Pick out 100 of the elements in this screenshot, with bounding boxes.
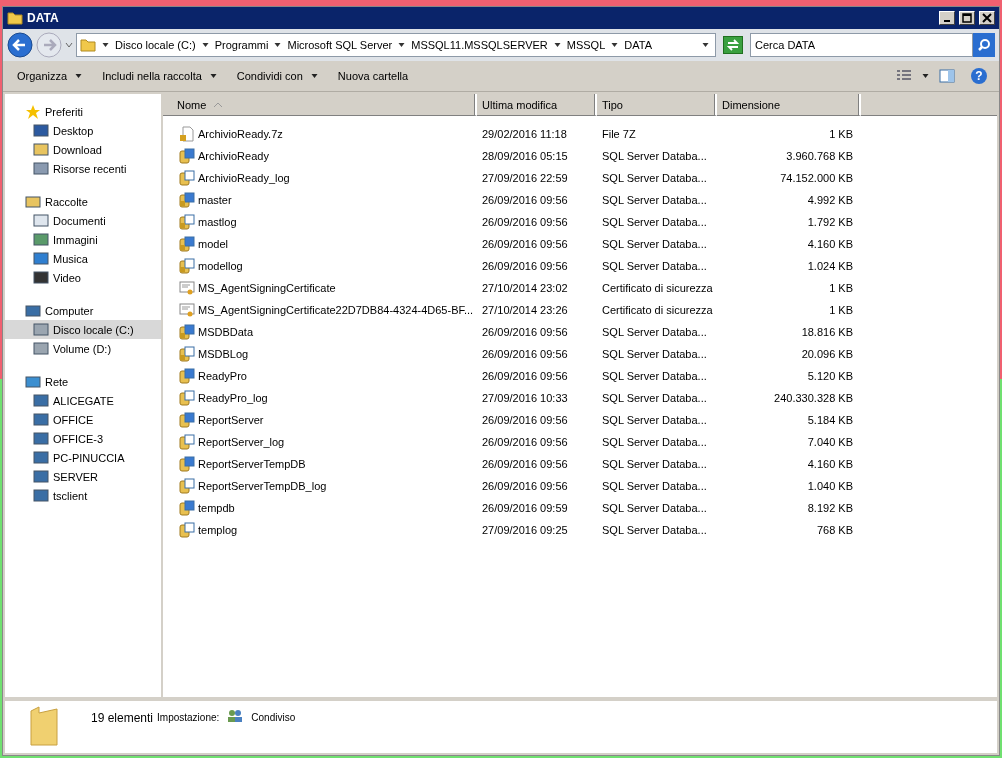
nav-item[interactable]: OFFICE <box>5 410 161 429</box>
file-name[interactable]: MS_AgentSigningCertificate22D7DB84-4324-4D65-BF... <box>198 304 474 316</box>
toolbar-button[interactable]: Condividi con <box>228 66 326 86</box>
modified-date: 26/09/2016 09:56 <box>481 348 569 360</box>
file-name[interactable]: model <box>198 238 228 250</box>
nav-item[interactable]: Documenti <box>5 211 161 230</box>
setting-value: Condiviso <box>251 712 296 723</box>
file-name[interactable]: ReportServerTempDB_log <box>198 480 327 492</box>
nav-item[interactable]: tsclient <box>5 486 161 505</box>
file-type: SQL Server Databa... <box>601 238 708 250</box>
dropdown-icon[interactable] <box>922 73 929 79</box>
window-title: DATA <box>27 11 59 25</box>
file-size: 1.040 KB <box>806 480 854 492</box>
nav-group[interactable]: Computer <box>5 301 161 320</box>
file-name[interactable]: ReportServer <box>198 414 264 426</box>
file-name[interactable]: ReportServerTempDB <box>198 458 306 470</box>
breadcrumb-item[interactable]: MSSQL11.MSSQLSERVER <box>411 39 548 51</box>
locked-database-icon <box>179 236 195 252</box>
nav-group[interactable]: Raccolte <box>5 192 161 211</box>
chevron-icon[interactable] <box>398 42 406 48</box>
locked-database-icon <box>179 324 195 340</box>
breadcrumb-item[interactable]: Microsoft SQL Server <box>287 39 393 51</box>
chevron-icon[interactable] <box>201 42 209 48</box>
nav-item[interactable]: Musica <box>5 249 161 268</box>
modified-date: 26/09/2016 09:56 <box>481 370 569 382</box>
file-name[interactable]: ArchivioReady <box>198 150 269 162</box>
breadcrumb-item[interactable]: DATA <box>624 39 652 51</box>
chevron-icon[interactable] <box>553 42 561 48</box>
nav-item[interactable]: Volume (D:) <box>5 339 161 358</box>
chevron-icon[interactable] <box>274 42 282 48</box>
maximize-button[interactable] <box>959 11 975 25</box>
refresh-button[interactable] <box>723 36 743 54</box>
dropdown-icon[interactable] <box>702 42 709 48</box>
nav-item[interactable]: Desktop <box>5 121 161 140</box>
file-name[interactable]: modellog <box>198 260 243 272</box>
file-name[interactable]: ArchivioReady_log <box>198 172 290 184</box>
nav-item[interactable]: PC-PINUCCIA <box>5 448 161 467</box>
search-field[interactable]: Cerca DATA <box>750 33 973 57</box>
address-bar[interactable]: Disco locale (C:) Programmi Microsoft SQL Server MSSQL11.MSSQLSERVER MSSQL DATA <box>76 33 716 57</box>
nav-group[interactable]: Rete <box>5 372 161 391</box>
toolbar-button[interactable]: Nuova cartella <box>329 66 417 86</box>
modified-date: 27/09/2016 22:59 <box>481 172 569 184</box>
help-button[interactable]: ? <box>971 68 987 84</box>
nav-item[interactable]: Download <box>5 140 161 159</box>
nav-group[interactable]: Preferiti <box>5 102 161 121</box>
file-type: SQL Server Databa... <box>601 458 708 470</box>
dropdown-icon <box>310 73 318 79</box>
file-size: 1 KB <box>828 304 854 316</box>
modified-date: 27/09/2016 09:25 <box>481 524 569 536</box>
search-button[interactable] <box>973 33 995 57</box>
column-header[interactable]: Dimensione <box>717 94 861 116</box>
database-file-icon <box>179 148 195 164</box>
file-size: 4.992 KB <box>806 194 854 206</box>
file-name[interactable]: mastlog <box>198 216 237 228</box>
database-file-icon <box>179 500 195 516</box>
close-button[interactable] <box>979 11 995 25</box>
file-name[interactable]: ReadyPro_log <box>198 392 268 404</box>
modified-date: 26/09/2016 09:56 <box>481 260 569 272</box>
nav-item[interactable]: ALICEGATE <box>5 391 161 410</box>
search-icon <box>977 38 991 52</box>
database-file-icon <box>179 456 195 472</box>
folder-icon <box>29 705 61 749</box>
back-button[interactable] <box>7 32 33 58</box>
file-size: 8.192 KB <box>806 502 854 514</box>
caret-icon[interactable] <box>65 42 73 48</box>
breadcrumb-item[interactable]: Programmi <box>214 39 269 51</box>
file-name[interactable]: templog <box>198 524 238 536</box>
file-name[interactable]: tempdb <box>198 502 235 514</box>
file-size: 1.792 KB <box>806 216 854 228</box>
log-file-icon <box>179 478 195 494</box>
file-size: 768 KB <box>815 524 854 536</box>
file-name[interactable]: ReadyPro <box>198 370 247 382</box>
breadcrumb-item[interactable]: MSSQL <box>566 39 606 51</box>
log-file-icon <box>179 434 195 450</box>
column-header[interactable]: Tipo <box>597 94 717 116</box>
breadcrumb-item[interactable]: Disco locale (C:) <box>115 39 196 51</box>
nav-item[interactable]: OFFICE-3 <box>5 429 161 448</box>
nav-item[interactable]: Video <box>5 268 161 287</box>
file-name[interactable]: ArchivioReady.7z <box>198 128 283 140</box>
file-size: 20.096 KB <box>800 348 854 360</box>
nav-item[interactable]: SERVER <box>5 467 161 486</box>
file-type: SQL Server Databa... <box>601 150 708 162</box>
folder-icon <box>7 10 23 26</box>
file-name[interactable]: ReportServer_log <box>198 436 285 448</box>
minimize-button[interactable] <box>939 11 955 25</box>
preview-pane-icon[interactable] <box>939 68 955 84</box>
nav-item[interactable]: Disco locale (C:) <box>5 320 161 339</box>
toolbar-button[interactable]: Organizza <box>9 66 91 86</box>
chevron-icon[interactable] <box>611 42 619 48</box>
column-header[interactable]: Ultima modifica <box>477 94 597 116</box>
nav-item[interactable]: Immagini <box>5 230 161 249</box>
nav-item[interactable]: Risorse recenti <box>5 159 161 178</box>
file-name[interactable]: MSDBData <box>198 326 254 338</box>
chevron-icon[interactable] <box>102 42 109 48</box>
file-name[interactable]: MS_AgentSigningCertificate <box>198 282 336 294</box>
modified-date: 26/09/2016 09:56 <box>481 414 569 426</box>
column-header[interactable]: Nome <box>163 94 477 116</box>
toolbar-button[interactable]: Includi nella raccolta <box>94 66 225 86</box>
file-name[interactable]: MSDBLog <box>198 348 249 360</box>
file-name[interactable]: master <box>198 194 232 206</box>
